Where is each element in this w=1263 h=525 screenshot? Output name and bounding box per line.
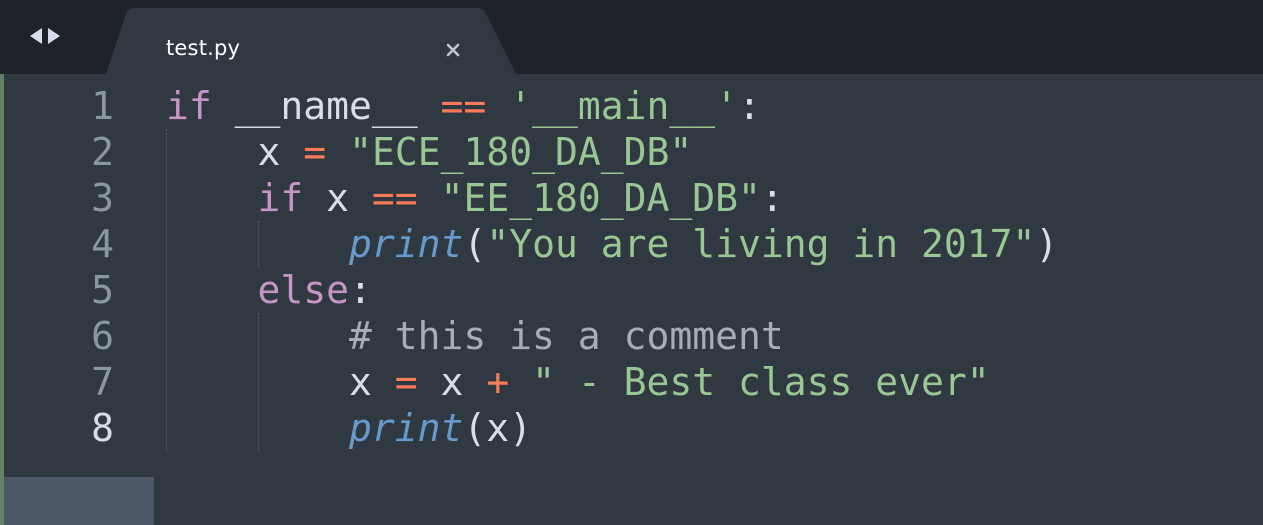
code-token: = — [303, 130, 327, 174]
code-text: x = "ECE_180_DA_DB" — [166, 129, 693, 175]
code-token: '__main__' — [509, 84, 738, 128]
tab-navigation — [30, 22, 60, 50]
code-token: x — [166, 130, 304, 174]
code-token: x — [166, 360, 395, 404]
code-editor[interactable]: 1 if __name__ == '__main__': 2 x = "ECE_18… — [0, 74, 1263, 525]
code-token: : — [760, 176, 784, 220]
code-line[interactable]: 8 print(x) — [0, 405, 1263, 451]
code-token: "EE_180_DA_DB" — [440, 176, 761, 220]
code-token: else — [257, 268, 350, 312]
code-text: # this is a comment — [166, 313, 784, 359]
code-text: print("You are living in 2017") — [166, 221, 1058, 267]
code-text: x = x + " - Best class ever" — [166, 359, 990, 405]
code-token: ( — [463, 222, 487, 266]
code-text: else: — [166, 267, 372, 313]
tab-bar: test.py — [0, 0, 1263, 74]
code-text: if x == "EE_180_DA_DB": — [166, 175, 784, 221]
line-number: 6 — [91, 314, 114, 358]
code-token: print — [349, 222, 464, 266]
code-token: print — [349, 406, 464, 450]
line-number: 8 — [91, 406, 114, 450]
code-token: x — [417, 360, 487, 404]
code-token: __name__ — [211, 84, 441, 128]
code-token: "You are living in 2017" — [486, 222, 1036, 266]
triangle-left-icon[interactable] — [30, 28, 42, 44]
indent-guide — [166, 129, 167, 451]
code-text: if __name__ == '__main__': — [166, 83, 761, 129]
line-number: 1 — [91, 84, 114, 128]
triangle-right-icon[interactable] — [48, 28, 60, 44]
code-line[interactable]: 5 else: — [0, 267, 1263, 313]
code-line[interactable]: 2 x = "ECE_180_DA_DB" — [0, 129, 1263, 175]
code-token: ) — [1035, 222, 1059, 266]
code-token: == — [440, 84, 487, 128]
tab-title: test.py — [166, 36, 241, 60]
code-text: print(x) — [166, 405, 532, 451]
tab-test-py[interactable]: test.py — [106, 8, 516, 74]
close-icon[interactable] — [443, 40, 463, 60]
code-token: # this is a comment — [349, 314, 784, 358]
code-token: " - Best class ever" — [532, 360, 990, 404]
code-line[interactable]: 4 print("You are living in 2017") — [0, 221, 1263, 267]
indent-guide — [257, 313, 259, 451]
code-token: if — [257, 176, 304, 220]
line-number: 2 — [91, 130, 114, 174]
editor-window: test.py 1 if __name__ == '__main__': 2 x =… — [0, 0, 1263, 525]
code-token: : — [737, 84, 761, 128]
code-token: + — [486, 360, 510, 404]
active-line-highlight — [4, 477, 154, 525]
code-token: (x) — [463, 406, 533, 450]
line-number: 7 — [91, 360, 114, 404]
line-number: 3 — [91, 176, 114, 220]
code-line[interactable]: 3 if x == "EE_180_DA_DB": — [0, 175, 1263, 221]
code-line[interactable]: 6 # this is a comment — [0, 313, 1263, 359]
code-token: == — [371, 176, 418, 220]
code-token: if — [166, 84, 212, 128]
line-number: 5 — [91, 268, 114, 312]
code-token: "ECE_180_DA_DB" — [349, 130, 693, 174]
code-line[interactable]: 7 x = x + " - Best class ever" — [0, 359, 1263, 405]
code-token: x — [303, 176, 372, 220]
indent-guide — [257, 221, 259, 267]
code-token: = — [394, 360, 418, 404]
code-line[interactable]: 1 if __name__ == '__main__': — [0, 83, 1263, 129]
code-token: : — [349, 268, 372, 312]
line-number: 4 — [91, 222, 114, 266]
